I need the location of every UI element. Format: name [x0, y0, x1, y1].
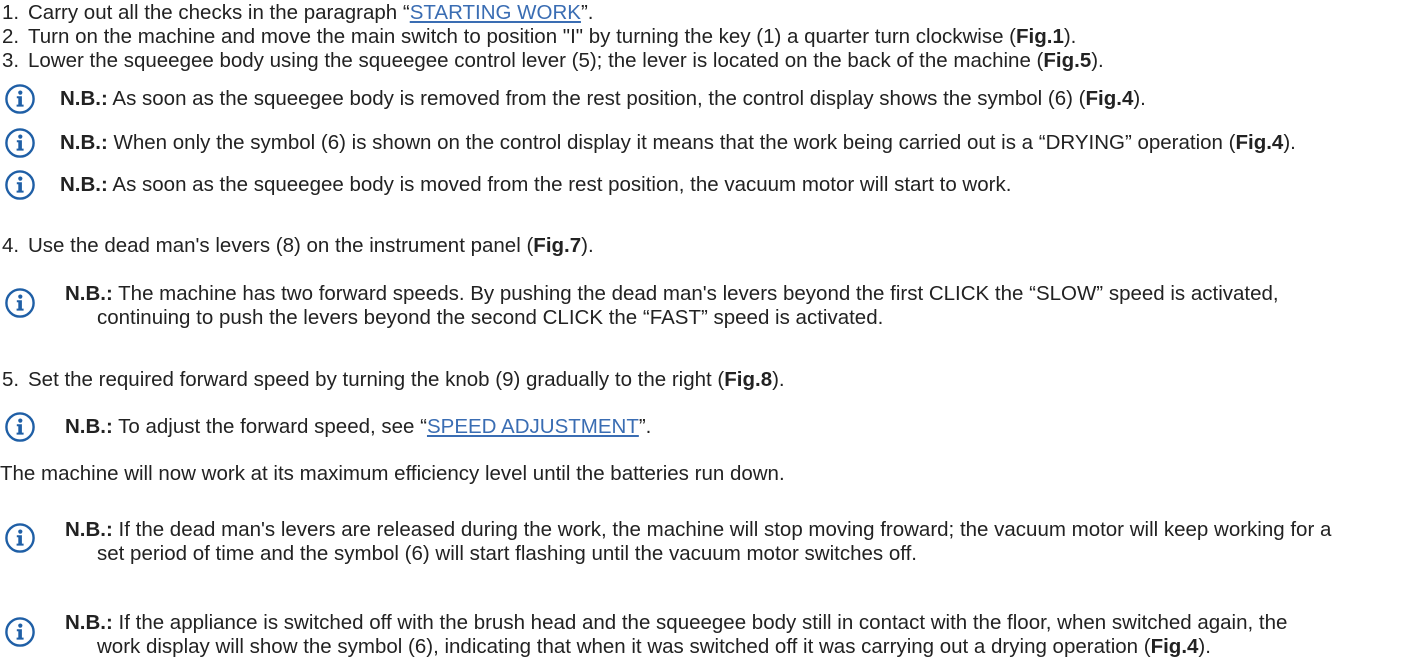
note-label: N.B.: [65, 518, 113, 541]
info-icon [5, 128, 35, 158]
step-2-text: Turn on the machine and move the main sw… [28, 25, 1076, 49]
step-tail: ). [581, 234, 594, 257]
info-icon [5, 288, 35, 318]
note-tail: ”. [638, 415, 652, 438]
note-label: N.B.: [60, 173, 108, 196]
note-label: N.B.: [60, 87, 108, 110]
step-text: Lower the squeegee body using the squeeg… [28, 49, 1044, 72]
note-tail: ). [1133, 87, 1146, 110]
note-label: N.B.: [65, 611, 113, 634]
step-number: 4. [2, 234, 20, 257]
step-text: Set the required forward speed by turnin… [28, 368, 725, 391]
starting-work-link[interactable]: STARTING WORK [410, 1, 581, 24]
note-label: N.B.: [65, 415, 113, 438]
note-6-line-2: set period of time and the symbol (6) wi… [97, 542, 917, 565]
note-2: N.B.: When only the symbol (6) is shown … [60, 131, 1296, 155]
step-1-text: Carry out all the checks in the paragrap… [28, 1, 593, 25]
note-tail: ). [1198, 635, 1211, 658]
note-text: As soon as the squeegee body is removed … [112, 87, 1086, 110]
figure-reference: Fig.4 [1085, 87, 1134, 110]
step-number: 1. [2, 1, 20, 24]
note-4-line-1: N.B.: The machine has two forward speeds… [65, 282, 1279, 306]
step-number: 3. [2, 49, 20, 72]
note-text: If the appliance is switched off with th… [118, 611, 1288, 634]
note-tail: ). [1283, 131, 1296, 154]
figure-reference: Fig.5 [1043, 49, 1092, 72]
info-icon [5, 523, 35, 553]
step-4-text: Use the dead man's levers (8) on the ins… [28, 234, 594, 258]
info-icon [5, 84, 35, 114]
note-6-line-1: N.B.: If the dead man's levers are relea… [65, 518, 1331, 542]
step-number: 2. [2, 25, 20, 48]
step-text: Use the dead man's levers (8) on the ins… [28, 234, 534, 257]
info-icon [5, 170, 35, 200]
note-4-line-2: continuing to push the levers beyond the… [97, 306, 884, 329]
figure-reference: Fig.4 [1235, 131, 1284, 154]
note-7-line-1: N.B.: If the appliance is switched off w… [65, 611, 1287, 635]
figure-reference: Fig.7 [533, 234, 582, 257]
step-5-text: Set the required forward speed by turnin… [28, 368, 785, 392]
step-text: Carry out all the checks in the paragrap… [28, 1, 410, 24]
document-page: { "steps": [ {"number": "1.", "text": "C… [0, 0, 1403, 668]
note-text: To adjust the forward speed, see “ [118, 415, 427, 438]
figure-reference: Fig.4 [1150, 635, 1199, 658]
step-number: 5. [2, 368, 20, 391]
note-label: N.B.: [65, 282, 113, 305]
step-tail: ”. [580, 1, 594, 24]
note-text: As soon as the squeegee body is moved fr… [112, 173, 1012, 196]
note-7-line-2: work display will show the symbol (6), i… [97, 635, 1211, 659]
speed-adjustment-link[interactable]: SPEED ADJUSTMENT [427, 415, 639, 438]
figure-reference: Fig.8 [724, 368, 773, 391]
note-text: The machine has two forward speeds. By p… [118, 282, 1279, 305]
info-icon [5, 412, 35, 442]
step-tail: ). [772, 368, 785, 391]
note-text: work display will show the symbol (6), i… [97, 635, 1151, 658]
note-3: N.B.: As soon as the squeegee body is mo… [60, 173, 1011, 197]
note-text: If the dead man's levers are released du… [118, 518, 1332, 541]
note-1: N.B.: As soon as the squeegee body is re… [60, 87, 1146, 111]
note-label: N.B.: [60, 131, 108, 154]
info-icon [5, 617, 35, 647]
note-text: When only the symbol (6) is shown on the… [113, 131, 1236, 154]
figure-reference: Fig.1 [1016, 25, 1064, 48]
step-tail: ). [1091, 49, 1104, 72]
step-text: Turn on the machine and move the main sw… [28, 25, 1017, 48]
step-tail: ). [1063, 25, 1077, 48]
note-5: N.B.: To adjust the forward speed, see “… [65, 415, 651, 439]
step-3-text: Lower the squeegee body using the squeeg… [28, 49, 1104, 73]
body-paragraph: The machine will now work at its maximum… [0, 462, 785, 485]
